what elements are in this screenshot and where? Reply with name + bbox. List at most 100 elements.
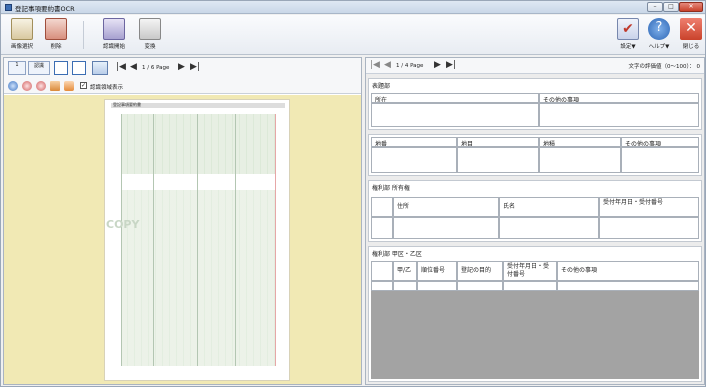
copy-watermark: COPY [106,218,139,231]
recognition-area-label: 認識領域表示 [90,85,124,91]
delete-label: 削除 [50,44,62,50]
recognize-button[interactable]: 認識開始 [99,18,129,52]
document-red-margin [275,114,276,366]
input-land-other[interactable] [621,147,699,173]
edit-icon[interactable] [92,61,108,75]
image-viewer[interactable]: 登記事項要約書 COPY [4,95,361,384]
toolbar-separator [83,21,84,49]
owner-row-marker-2 [371,217,393,239]
zoom-out-icon[interactable] [36,81,46,91]
recognize-label: 認識開始 [102,44,125,50]
close-button[interactable]: ✕ 閉じる [679,18,703,52]
input-rights-reception[interactable] [503,281,557,291]
input-reception[interactable] [599,217,699,239]
hyodai-title: 表題部 [372,83,391,90]
close-label: 閉じる [682,44,700,50]
prev-page-button[interactable]: ◀ [130,63,137,72]
image-toolbar: 1 認識 |◀ ◀ 1 / 6 Page ▶ ▶| ✓ 認識領域表示 [4,58,361,94]
document-line [235,114,236,366]
score-label: 文字の評価値（0～100）： [628,64,695,70]
input-address[interactable] [393,217,499,239]
minimize-button[interactable]: – [647,2,663,12]
result-pane: |◀ ◀ 1 / 4 Page ▶ ▶| 文字の評価値（0～100）： 0 表題… [365,57,705,385]
score-display: 文字の評価値（0～100）： 0 [629,62,701,70]
header-other: その他の事項 [539,93,699,103]
zoom-in-icon[interactable] [22,81,32,91]
header-chimoku: 地目 [457,137,539,147]
rights-section: 権利部 甲区・乙区 甲/乙 順位番号 登記の目的 受付年月日・受付番号 その他の… [368,246,702,382]
header-rank: 順位番号 [417,261,457,281]
recognition-area-checkbox[interactable]: ✓ [80,82,87,89]
image-select-button[interactable]: 画像選択 [7,18,37,52]
document-table-band [121,114,275,174]
result-next-page-button[interactable]: ▶ [434,61,441,70]
page-one-label: 1 [15,62,19,68]
header-name: 氏名 [499,197,599,217]
rotate-icon[interactable] [50,81,60,91]
owner-section: 権利部 所有権 住所 氏名 受付年月日・受付番号 [368,180,702,242]
input-other[interactable] [539,103,699,127]
convert-icon [139,18,161,40]
recognize-mini-label: 認識 [33,63,44,69]
image-pane: 1 認識 |◀ ◀ 1 / 6 Page ▶ ▶| ✓ 認識領域表示 登記事項要… [3,57,362,385]
input-kou-otsu[interactable] [393,281,417,291]
hand-icon[interactable] [64,81,74,91]
header-address: 住所 [393,197,499,217]
input-name[interactable] [499,217,599,239]
close-window-button[interactable]: ✕ [679,2,703,12]
image-icon [11,18,33,40]
title-bar: 登記事項要約書OCR – □ ✕ [1,1,705,14]
maximize-button[interactable]: □ [663,2,679,12]
page-one-button[interactable]: 1 [8,61,26,75]
rights-row-marker-2 [371,281,393,291]
recognize-mini-button[interactable]: 認識 [28,61,50,75]
document-line [153,114,154,366]
header-chiseki: 地積 [539,137,621,147]
input-rights-other[interactable] [557,281,699,291]
input-chiban[interactable] [371,147,457,173]
settings-button[interactable]: ✔ 設定▼ [615,18,641,52]
rights-row-marker [371,261,393,281]
convert-button[interactable]: 変換 [137,18,163,52]
header-rights-other: その他の事項 [557,261,699,281]
help-icon: ? [648,18,670,40]
checkmark-icon: ✔ [617,18,639,40]
layout-button-2[interactable] [72,61,86,75]
input-chimoku[interactable] [457,147,539,173]
result-last-page-button[interactable]: ▶| [446,61,456,70]
document-line [197,114,198,366]
zoom-fit-icon[interactable] [8,81,18,91]
empty-grid-area [371,291,699,379]
delete-icon [45,18,67,40]
document-header-text: 登記事項要約書 [113,102,141,107]
header-rights-reception: 受付年月日・受付番号 [503,261,557,281]
score-value: 0 [696,64,701,70]
header-reception: 受付年月日・受付番号 [599,197,699,217]
scanned-document: 登記事項要約書 COPY [104,99,290,381]
input-chiseki[interactable] [539,147,621,173]
main-toolbar: 画像選択 削除 認識開始 変換 ✔ 設定▼ ? ヘルプ▼ ✕ 閉じる [1,15,705,55]
owner-row-marker [371,197,393,217]
convert-label: 変換 [144,44,156,50]
layout-button[interactable] [54,61,68,75]
delete-button[interactable]: 削除 [43,18,69,52]
header-kou-otsu: 甲/乙 [393,261,417,281]
input-rank[interactable] [417,281,457,291]
input-purpose[interactable] [457,281,503,291]
result-first-page-button[interactable]: |◀ [370,61,380,70]
rights-title: 権利部 甲区・乙区 [372,251,422,258]
result-prev-page-button[interactable]: ◀ [384,61,391,70]
app-icon [5,4,12,11]
first-page-button[interactable]: |◀ [116,63,126,72]
right-page-info: 1 / 4 Page [396,63,424,69]
next-page-button[interactable]: ▶ [178,63,185,72]
last-page-button[interactable]: ▶| [190,63,200,72]
document-line [121,114,122,366]
image-select-label: 画像選択 [10,44,33,50]
recognize-icon [103,18,125,40]
help-button[interactable]: ? ヘルプ▼ [645,18,673,52]
header-land-other: その他の事項 [621,137,699,147]
window-title: 登記事項要約書OCR [15,5,75,13]
input-shozai[interactable] [371,103,539,127]
hyodai-section: 表題部 所在 その他の事項 [368,78,702,130]
